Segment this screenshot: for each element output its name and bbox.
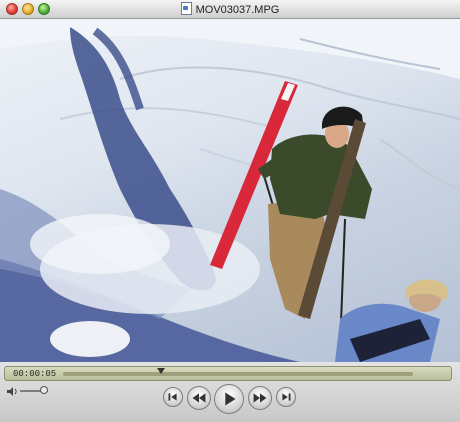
title-bar[interactable]: MOV03037.MPG bbox=[0, 0, 460, 19]
rewind-icon bbox=[192, 393, 206, 403]
go-to-start-button[interactable] bbox=[163, 387, 183, 407]
video-frame[interactable] bbox=[0, 19, 460, 362]
quicktime-window: MOV03037.MPG 00:00:05 bbox=[0, 0, 460, 422]
progress-track[interactable] bbox=[63, 372, 413, 376]
play-button[interactable] bbox=[214, 384, 244, 414]
fast-forward-button[interactable] bbox=[248, 386, 272, 410]
window-title-group: MOV03037.MPG bbox=[0, 2, 460, 17]
timecode: 00:00:05 bbox=[13, 369, 57, 379]
window-title: MOV03037.MPG bbox=[195, 4, 280, 16]
skip-to-start-icon bbox=[168, 393, 177, 401]
scrubber-bar[interactable]: 00:00:05 bbox=[4, 366, 452, 381]
fast-forward-icon bbox=[253, 393, 267, 403]
ski-scene-image bbox=[0, 19, 460, 362]
movie-file-icon bbox=[180, 2, 192, 15]
player-controls: 00:00:05 bbox=[0, 362, 460, 422]
go-to-end-button[interactable] bbox=[276, 387, 296, 407]
play-icon bbox=[225, 392, 236, 406]
speaker-icon[interactable] bbox=[6, 386, 18, 397]
volume-slider-knob[interactable] bbox=[39, 386, 48, 394]
playhead-marker[interactable] bbox=[157, 368, 165, 374]
rewind-button[interactable] bbox=[187, 386, 211, 410]
skip-to-end-icon bbox=[282, 393, 291, 401]
